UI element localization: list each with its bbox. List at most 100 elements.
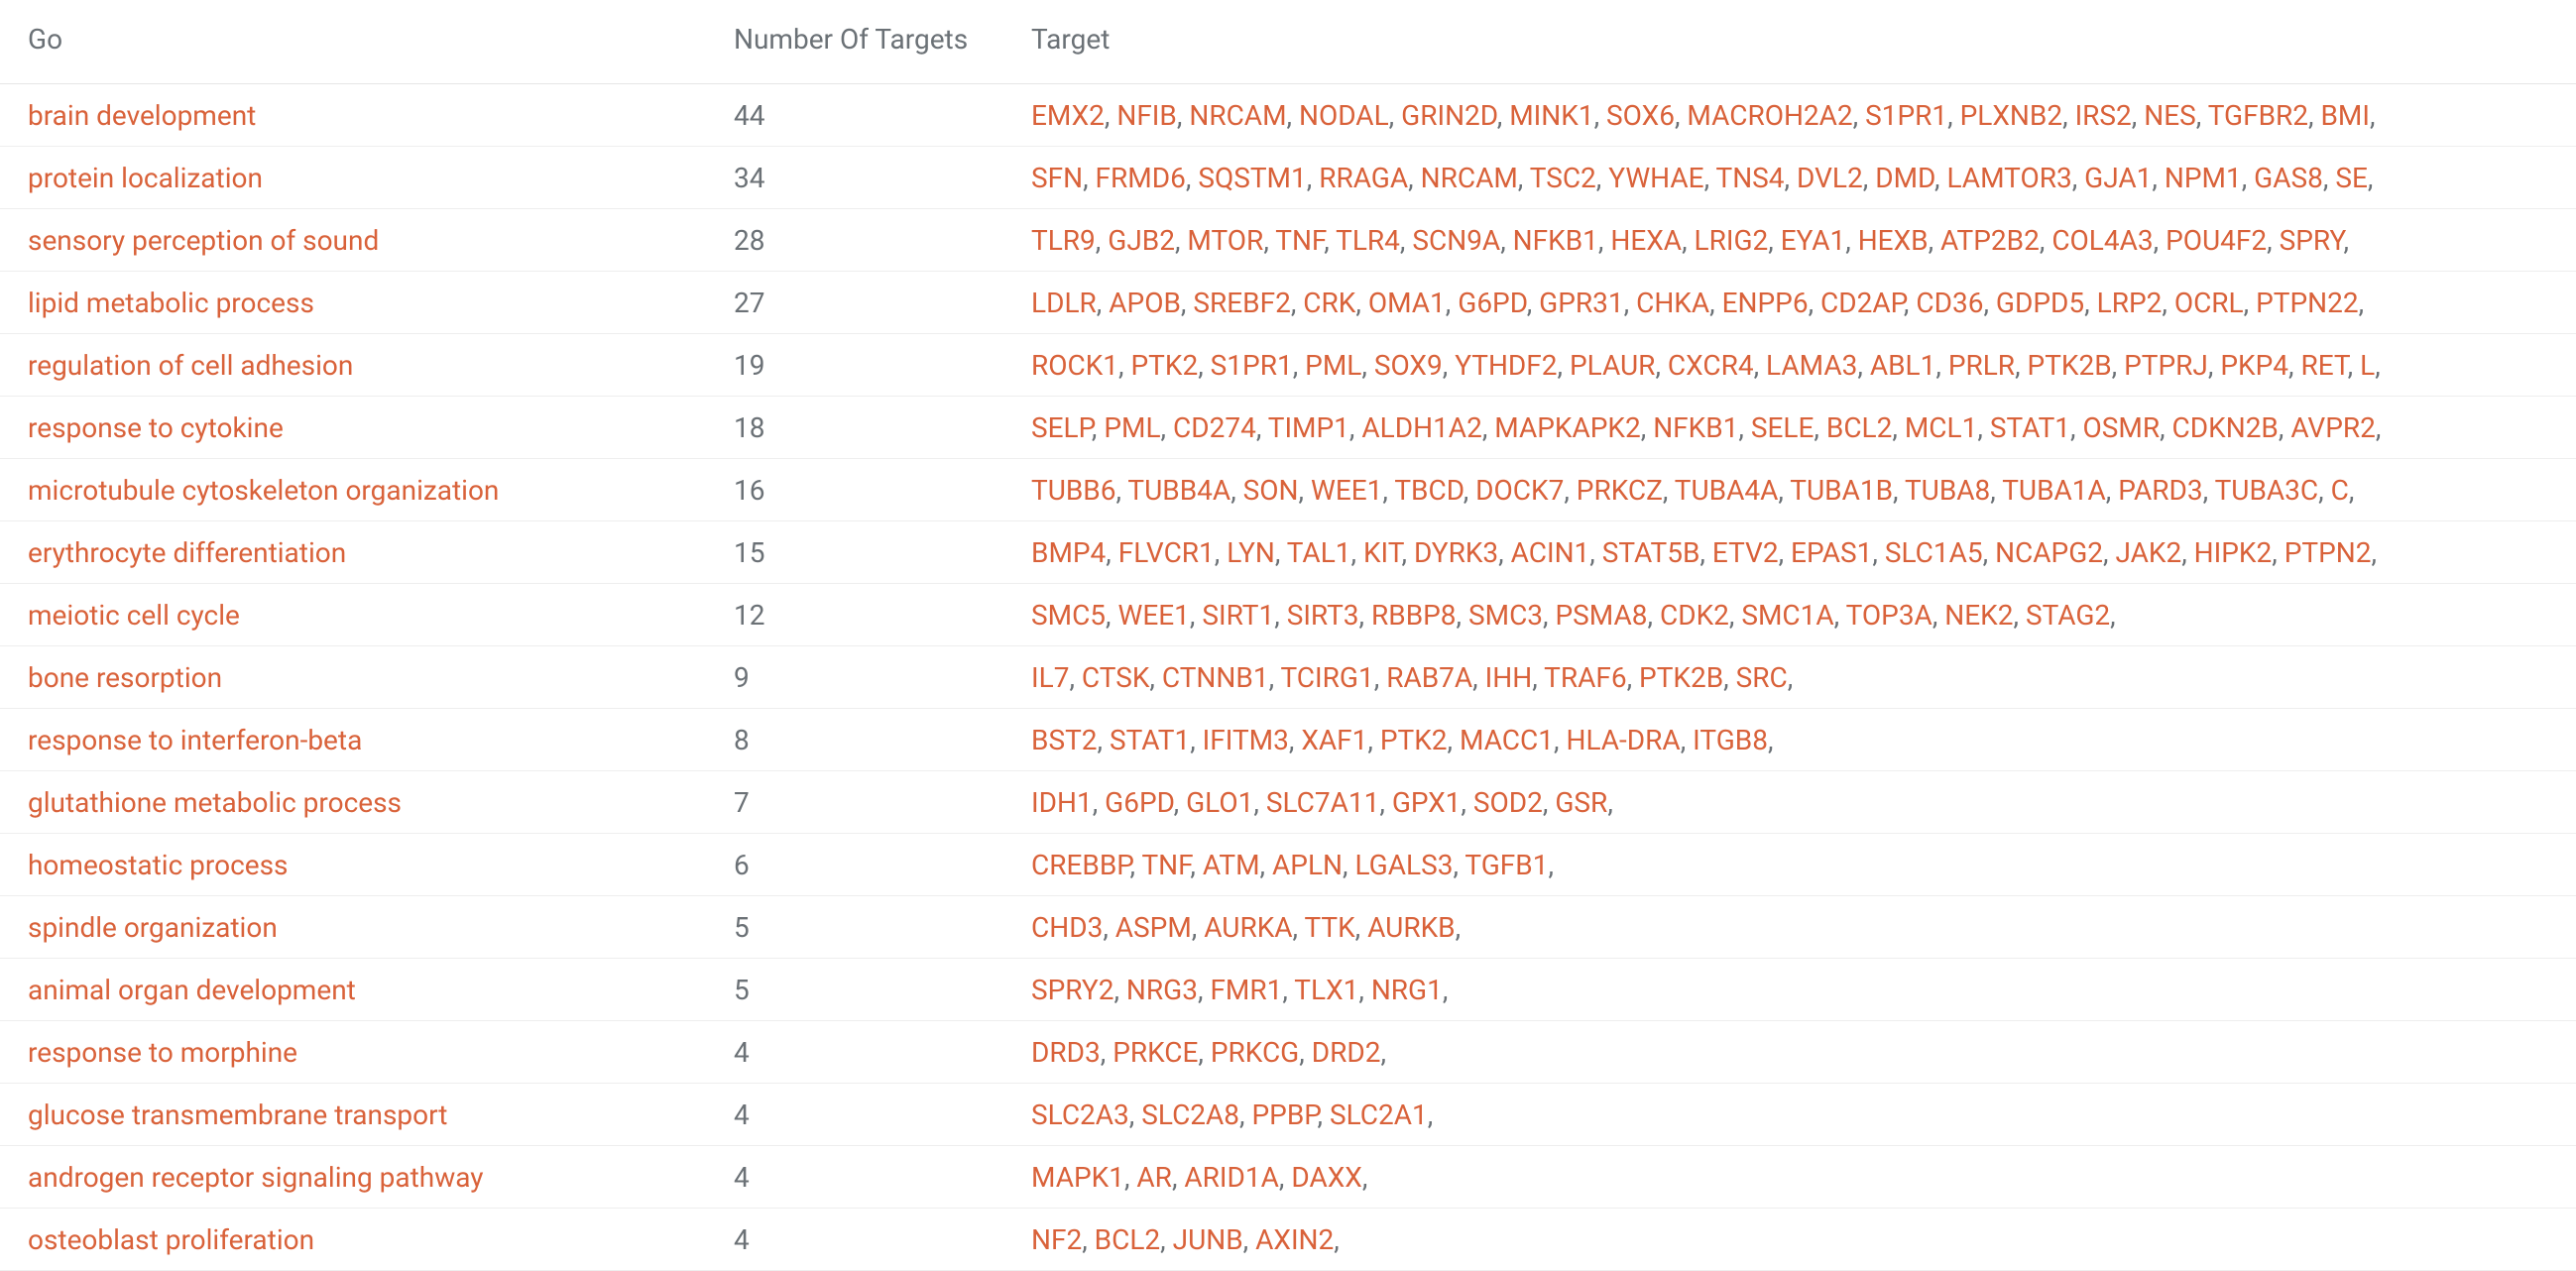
target-link[interactable]: ABL1 — [1870, 349, 1936, 382]
target-link[interactable]: COL4A3 — [2051, 224, 2153, 257]
target-link[interactable]: LGALS3 — [1354, 849, 1453, 881]
target-link[interactable]: PTPRJ — [2124, 349, 2208, 382]
target-link[interactable]: ASPM — [1115, 911, 1192, 944]
target-link[interactable]: FMR1 — [1210, 974, 1282, 1006]
target-link[interactable]: STAT1 — [1990, 411, 2070, 444]
target-link[interactable]: SQSTM1 — [1198, 162, 1306, 194]
target-link[interactable]: AR — [1136, 1161, 1172, 1194]
target-link[interactable]: S1PR1 — [1865, 99, 1947, 132]
target-link[interactable]: TUBB6 — [1031, 474, 1116, 507]
target-link[interactable]: TIMP1 — [1268, 411, 1349, 444]
target-link[interactable]: DYRK3 — [1414, 536, 1498, 569]
target-link[interactable]: PARD3 — [2118, 474, 2202, 507]
go-term-link[interactable]: androgen receptor signaling pathway — [28, 1161, 484, 1194]
target-link[interactable]: SIRT1 — [1202, 599, 1274, 632]
target-link[interactable]: YWHAE — [1608, 162, 1703, 194]
target-link[interactable]: CD274 — [1173, 411, 1256, 444]
target-link[interactable]: SPRY — [2280, 224, 2344, 257]
go-term-link[interactable]: meiotic cell cycle — [28, 599, 240, 632]
target-link[interactable]: DVL2 — [1797, 162, 1863, 194]
target-link[interactable]: NRG3 — [1126, 974, 1198, 1006]
target-link[interactable]: ITGB8 — [1693, 724, 1768, 756]
target-link[interactable]: PLXNB2 — [1960, 99, 2062, 132]
go-term-link[interactable]: homeostatic process — [28, 849, 289, 881]
go-term-link[interactable]: response to cytokine — [28, 411, 284, 444]
target-link[interactable]: LAMA3 — [1766, 349, 1857, 382]
target-link[interactable]: WEE1 — [1118, 599, 1190, 632]
target-link[interactable]: NODAL — [1299, 99, 1389, 132]
target-link[interactable]: AVPR2 — [2290, 411, 2376, 444]
target-link[interactable]: BMI — [2320, 99, 2370, 132]
target-link[interactable]: EPAS1 — [1791, 536, 1872, 569]
target-link[interactable]: SE — [2335, 162, 2368, 194]
target-link[interactable]: MCL1 — [1905, 411, 1978, 444]
target-link[interactable]: PTK2 — [1380, 724, 1448, 756]
target-link[interactable]: ALDH1A2 — [1361, 411, 1481, 444]
target-link[interactable]: CTSK — [1082, 661, 1150, 694]
target-link[interactable]: CTNNB1 — [1162, 661, 1269, 694]
target-link[interactable]: DMD — [1875, 162, 1934, 194]
target-link[interactable]: STAT5B — [1602, 536, 1700, 569]
target-link[interactable]: ATP2B2 — [1940, 224, 2040, 257]
target-link[interactable]: CD36 — [1916, 287, 1983, 319]
target-link[interactable]: KIT — [1363, 536, 1402, 569]
target-link[interactable]: SLC2A1 — [1330, 1098, 1428, 1131]
target-link[interactable]: POU4F2 — [2166, 224, 2267, 257]
target-link[interactable]: SRC — [1736, 661, 1788, 694]
target-link[interactable]: TNF — [1141, 849, 1190, 881]
target-link[interactable]: HEXB — [1858, 224, 1929, 257]
target-link[interactable]: BCL2 — [1826, 411, 1893, 444]
target-link[interactable]: ATM — [1203, 849, 1260, 881]
target-link[interactable]: GPX1 — [1392, 786, 1462, 819]
target-link[interactable]: OMA1 — [1368, 287, 1446, 319]
target-link[interactable]: RAB7A — [1386, 661, 1472, 694]
target-link[interactable]: PML — [1104, 411, 1160, 444]
target-link[interactable]: IHH — [1485, 661, 1533, 694]
go-term-link[interactable]: protein localization — [28, 162, 263, 194]
target-link[interactable]: RRAGA — [1319, 162, 1408, 194]
target-link[interactable]: TSC2 — [1530, 162, 1596, 194]
target-link[interactable]: TLR9 — [1031, 224, 1096, 257]
target-link[interactable]: GJA1 — [2084, 162, 2152, 194]
target-link[interactable]: ENPP6 — [1722, 287, 1809, 319]
target-link[interactable]: SFN — [1031, 162, 1083, 194]
go-term-link[interactable]: glutathione metabolic process — [28, 786, 402, 819]
target-link[interactable]: NRCAM — [1189, 99, 1286, 132]
go-term-link[interactable]: response to morphine — [28, 1036, 297, 1069]
target-link[interactable]: CHKA — [1636, 287, 1709, 319]
target-link[interactable]: YTHDF2 — [1455, 349, 1557, 382]
target-link[interactable]: SLC1A5 — [1885, 536, 1983, 569]
target-link[interactable]: C — [2331, 474, 2349, 507]
target-link[interactable]: PTK2B — [1639, 661, 1723, 694]
target-link[interactable]: LYN — [1227, 536, 1275, 569]
target-link[interactable]: ACIN1 — [1511, 536, 1590, 569]
go-term-link[interactable]: brain development — [28, 99, 256, 132]
target-link[interactable]: TUBB4A — [1127, 474, 1230, 507]
target-link[interactable]: ETV2 — [1712, 536, 1779, 569]
target-link[interactable]: TUBA4A — [1675, 474, 1779, 507]
go-term-link[interactable]: animal organ development — [28, 974, 356, 1006]
target-link[interactable]: TCIRG1 — [1280, 661, 1373, 694]
target-link[interactable]: CRK — [1303, 287, 1355, 319]
target-link[interactable]: CD2AP — [1820, 287, 1904, 319]
target-link[interactable]: OSMR — [2082, 411, 2160, 444]
target-link[interactable]: SCN9A — [1412, 224, 1500, 257]
target-link[interactable]: PTK2 — [1131, 349, 1199, 382]
target-link[interactable]: PRLR — [1948, 349, 2015, 382]
target-link[interactable]: JUNB — [1173, 1223, 1243, 1256]
target-link[interactable]: EYA1 — [1781, 224, 1845, 257]
target-link[interactable]: G6PD — [1458, 287, 1526, 319]
target-link[interactable]: DAXX — [1291, 1161, 1361, 1194]
target-link[interactable]: NES — [2144, 99, 2196, 132]
target-link[interactable]: SIRT3 — [1287, 599, 1359, 632]
target-link[interactable]: PPBP — [1252, 1098, 1318, 1131]
go-term-link[interactable]: osteoblast proliferation — [28, 1223, 314, 1256]
target-link[interactable]: TNF — [1275, 224, 1324, 257]
target-link[interactable]: BCL2 — [1095, 1223, 1161, 1256]
target-link[interactable]: IL7 — [1031, 661, 1069, 694]
target-link[interactable]: FLVCR1 — [1118, 536, 1215, 569]
target-link[interactable]: CREBBP — [1031, 849, 1130, 881]
target-link[interactable]: SON — [1243, 474, 1299, 507]
target-link[interactable]: MINK1 — [1509, 99, 1593, 132]
target-link[interactable]: CXCR4 — [1668, 349, 1754, 382]
